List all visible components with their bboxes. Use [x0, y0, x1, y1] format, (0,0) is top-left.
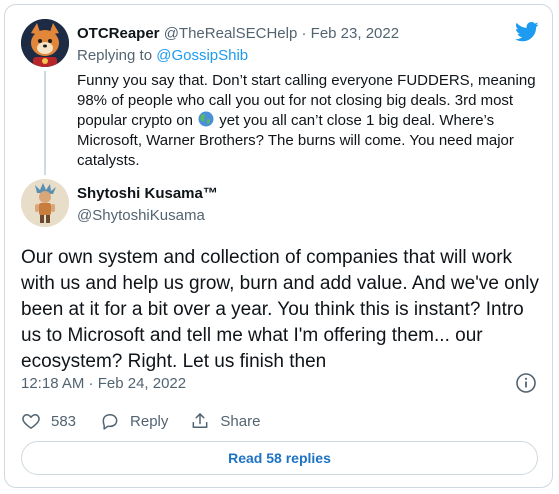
- reply-author-name[interactable]: OTCReaper: [77, 25, 160, 42]
- thread-connector-line: [44, 71, 46, 175]
- read-replies-button[interactable]: Read 58 replies: [21, 441, 538, 475]
- reply-tweet-header: OTCReaper @TheRealSECHelp · Feb 23, 2022: [77, 25, 399, 42]
- share-label: Share: [220, 412, 261, 430]
- info-icon[interactable]: [515, 372, 537, 394]
- shytoshi-avatar[interactable]: [21, 179, 69, 227]
- share-button[interactable]: Share: [190, 411, 260, 431]
- header-separator: ·: [301, 25, 307, 42]
- reply-author-handle[interactable]: @TheRealSECHelp: [164, 25, 298, 42]
- share-icon: [192, 413, 208, 428]
- replying-to-prefix: Replying to: [77, 47, 153, 64]
- main-tweet-text: Our own system and collection of compani…: [21, 247, 540, 372]
- globe-emoji-icon: [198, 111, 214, 127]
- comment-icon: [102, 414, 118, 430]
- reply-button[interactable]: Reply: [100, 411, 168, 431]
- heart-icon: [22, 414, 40, 429]
- twitter-bird-icon[interactable]: [515, 22, 539, 42]
- replying-to-mention[interactable]: @GossipShib: [156, 47, 248, 64]
- reply-label: Reply: [130, 412, 169, 430]
- replying-to-line: Replying to @GossipShib: [77, 47, 248, 64]
- main-author-handle[interactable]: @ShytoshiKusama: [77, 207, 205, 224]
- like-count: 583: [51, 412, 77, 430]
- main-author-name[interactable]: Shytoshi Kusama™: [77, 185, 218, 202]
- embedded-tweet-card: OTCReaper @TheRealSECHelp · Feb 23, 2022…: [4, 4, 553, 488]
- main-tweet-timestamp[interactable]: 12:18 AM · Feb 24, 2022: [21, 375, 186, 392]
- reply-tweet-date[interactable]: Feb 23, 2022: [311, 25, 399, 42]
- like-button[interactable]: 583: [21, 411, 76, 431]
- reply-tweet-text: Funny you say that. Don’t start calling …: [77, 71, 537, 171]
- otcreaper-avatar[interactable]: [21, 19, 69, 67]
- tweet-actions-bar: 583 Reply Share: [21, 409, 260, 433]
